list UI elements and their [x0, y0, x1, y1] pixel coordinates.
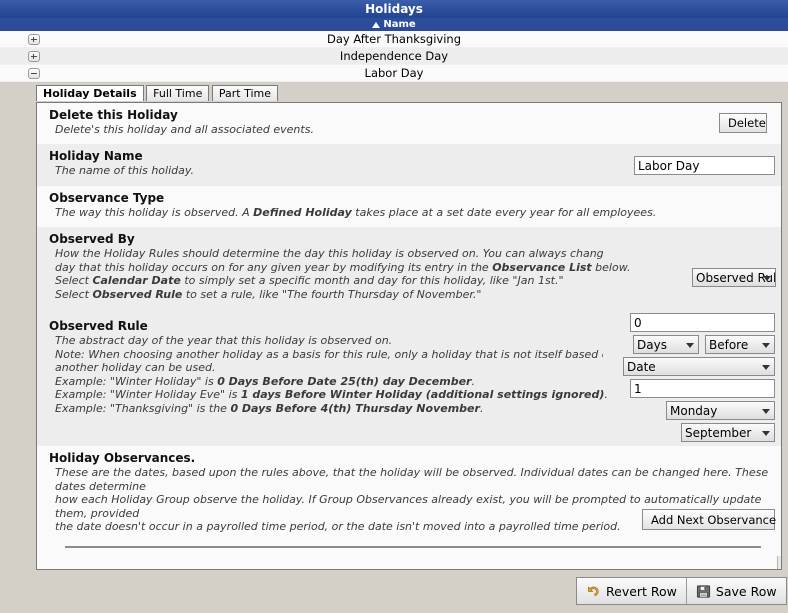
- desc-part-2: takes place at a set date every year for…: [351, 206, 657, 219]
- line4-part-1: Select: [55, 287, 93, 301]
- row-name: Labor Day: [364, 66, 424, 80]
- revert-row-label: Revert Row: [606, 583, 677, 599]
- observed-by-line-1: How the Holiday Rules should determine t…: [55, 247, 603, 260]
- add-next-observance-button[interactable]: Add Next Observance: [642, 509, 776, 530]
- footer-toolbar: Revert Row Save Row: [0, 570, 788, 613]
- desc-emphasis: Defined Holiday: [253, 206, 352, 219]
- ex3-part-2: .: [479, 401, 484, 415]
- rule-basis-value: Date: [627, 360, 656, 374]
- line2-part-1: day that this holiday occurs on for any …: [55, 260, 493, 274]
- rule-unit-select[interactable]: Days: [633, 335, 699, 354]
- line2-part-2: below.: [591, 260, 631, 274]
- row-collapse-icon[interactable]: [28, 68, 40, 79]
- rule-ordinal-input[interactable]: 1: [630, 379, 775, 398]
- table-row[interactable]: Independence Day: [0, 48, 788, 65]
- ex2-emphasis: 1 days Before Winter Holiday (additional…: [240, 388, 605, 401]
- detail-panel-body: Delete this Holiday Delete's this holida…: [36, 102, 782, 570]
- holidays-grid: Day After Thanksgiving Independence Day …: [0, 31, 788, 82]
- section-title: Observance Type: [49, 191, 165, 205]
- tab-strip: Holiday Details Full Time Part Time: [36, 85, 782, 102]
- section-title-observed-by: Observed By: [49, 232, 135, 246]
- line3-part-2: to simply set a specific month and day f…: [180, 274, 564, 287]
- section-title: Holiday Observances.: [49, 451, 196, 465]
- tab-part-time[interactable]: Part Time: [211, 85, 278, 101]
- row-name: Day After Thanksgiving: [326, 32, 462, 46]
- table-row[interactable]: Day After Thanksgiving: [0, 31, 788, 48]
- observed-rule-line-2: Note: When choosing another holiday as a…: [55, 347, 603, 361]
- ex3-part-1: Example: "Thanksgiving" is the: [55, 401, 231, 415]
- revert-icon: [588, 586, 599, 596]
- tab-holiday-details[interactable]: Holiday Details: [36, 85, 144, 101]
- section-description: Delete's this holiday and all associated…: [55, 123, 314, 136]
- delete-button[interactable]: Delete: [719, 113, 767, 133]
- section-delete-holiday: Delete this Holiday Delete's this holida…: [37, 103, 781, 144]
- rule-offset-input[interactable]: 0: [630, 313, 775, 332]
- rule-unit-value: Days: [637, 338, 667, 352]
- row-expander-icon[interactable]: [28, 34, 40, 45]
- line2-emphasis: Observance List: [492, 260, 592, 274]
- section-divider: [65, 546, 761, 548]
- row-actions-group: Revert Row Save Row: [576, 577, 787, 605]
- sort-ascending-icon: [372, 22, 381, 28]
- line3-part-1: Select: [55, 274, 93, 287]
- column-header-name[interactable]: Name: [383, 19, 415, 30]
- observed-by-line-2: day that this holiday occurs on for any …: [49, 261, 781, 275]
- save-row-button[interactable]: Save Row: [687, 578, 786, 604]
- observed-by-line-4: Select Observed Rule to set a rule, like…: [49, 288, 781, 302]
- observances-line-1: These are the dates, based upon the rule…: [55, 466, 769, 493]
- ex1-part-2: .: [471, 374, 475, 388]
- rule-direction-select[interactable]: Before: [705, 335, 775, 354]
- desc-part-1: The way this holiday is observed. A: [55, 206, 254, 219]
- page-title: Holidays: [365, 2, 423, 16]
- chevron-down-icon: [686, 342, 694, 348]
- tab-full-time[interactable]: Full Time: [146, 85, 210, 101]
- ex2-part-2: .: [604, 388, 608, 401]
- row-expander-icon[interactable]: [28, 51, 40, 62]
- rule-weekday-select[interactable]: Monday: [666, 401, 775, 420]
- section-holiday-name: Holiday Name The name of this holiday. L…: [37, 144, 781, 186]
- line3-emphasis: Calendar Date: [92, 274, 181, 287]
- window-title-bar: Holidays: [0, 0, 788, 18]
- chevron-down-icon: [762, 430, 770, 436]
- save-floppy-icon: [696, 584, 710, 598]
- grid-column-header[interactable]: Name: [0, 18, 788, 31]
- chevron-down-icon: [762, 364, 770, 370]
- rule-weekday-value: Monday: [670, 404, 718, 418]
- ex1-part-1: Example: "Winter Holiday" is: [55, 374, 218, 388]
- chevron-down-icon: [762, 408, 770, 414]
- rule-month-value: September: [685, 426, 752, 440]
- observed-by-line-3: Select Calendar Date to simply set a spe…: [49, 274, 781, 288]
- revert-row-button[interactable]: Revert Row: [577, 578, 687, 604]
- ex2-part-1: Example: "Winter Holiday Eve" is: [55, 388, 241, 401]
- section-title: Delete this Holiday: [49, 108, 178, 122]
- row-name: Independence Day: [339, 49, 449, 63]
- holiday-detail-panel: Holiday Details Full Time Part Time Dele…: [36, 85, 782, 570]
- line4-emphasis: Observed Rule: [92, 287, 183, 301]
- line4-part-2: to set a rule, like "The fourth Thursday…: [182, 287, 482, 301]
- table-row[interactable]: Labor Day: [0, 65, 788, 82]
- ex1-emphasis: 0 Days Before Date 25(th) day December: [217, 374, 472, 388]
- observed-by-select[interactable]: Observed Rule: [692, 268, 776, 287]
- ex3-emphasis: 0 Days Before 4(th) Thursday November: [230, 401, 480, 415]
- section-observance-type: Observance Type The way this holiday is …: [37, 186, 781, 227]
- chevron-down-icon: [763, 275, 771, 281]
- rule-month-select[interactable]: September: [681, 423, 775, 442]
- section-holiday-observances: Holiday Observances. These are the dates…: [37, 446, 781, 556]
- chevron-down-icon: [762, 342, 770, 348]
- rule-basis-select[interactable]: Date: [623, 357, 775, 376]
- holiday-name-input[interactable]: Labor Day: [634, 156, 775, 175]
- rule-direction-value: Before: [709, 338, 749, 352]
- save-row-label: Save Row: [715, 583, 777, 599]
- section-observed-by-and-rule: Observed By How the Holiday Rules should…: [37, 227, 781, 446]
- section-description: The way this holiday is observed. A Defi…: [49, 206, 781, 220]
